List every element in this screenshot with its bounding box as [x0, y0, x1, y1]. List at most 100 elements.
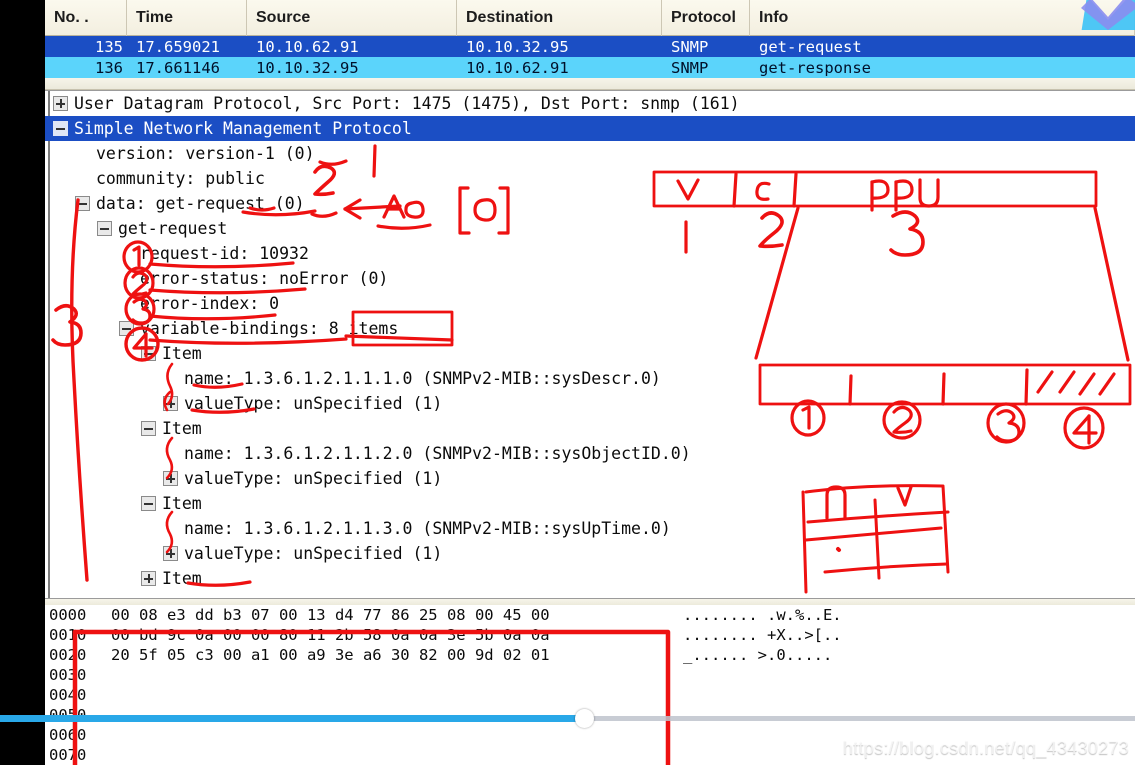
detail-tree-label: Simple Network Management Protocol	[74, 119, 412, 138]
packet-list-bottom-strip	[45, 78, 1135, 90]
detail-tree-row[interactable]: Item	[45, 566, 1135, 591]
hex-offset: 0060	[49, 726, 87, 744]
hex-offset: 0010	[49, 626, 87, 644]
hex-ascii: .+...... ...0....	[683, 706, 842, 724]
hex-dump-row[interactable]: 0030 00 04 06 70 75 62 6c 69 63 a0 82 00 …	[45, 665, 1135, 685]
detail-tree-label: get-request	[118, 219, 228, 238]
hex-offset: 0070	[49, 746, 87, 764]
detail-tree-label: variable-bindings: 8 items	[140, 319, 399, 338]
packet-list-rows[interactable]: 135 17.659021 10.10.62.91 10.10.32.95 SNMP ge…	[45, 36, 1135, 78]
hex-bytes: 00 04 06 70 75 62 6c 69 63 a0 82 00 8e 0…	[111, 666, 550, 684]
detail-tree-label: community: public	[96, 169, 265, 188]
detail-tree-label: User Datagram Protocol, Src Port: 1475 (…	[74, 94, 740, 113]
detail-tree-row[interactable]: valueType: unSpecified (1)	[45, 541, 1135, 566]
hex-dump-row[interactable]: 0010 00 bd 9c 0a 00 00 80 11 2b 58 0a 0a …	[45, 625, 1135, 645]
expand-icon[interactable]	[53, 96, 68, 111]
tree-spacer-icon	[119, 271, 134, 286]
packet-list-row[interactable]: 136 17.661146 10.10.32.95 10.10.62.91 SNMP ge…	[45, 57, 1135, 78]
hex-bytes: 20 5f 05 c3 00 a1 00 a9 3e a6 30 82 00 9…	[111, 646, 550, 664]
packet-list-column-header[interactable]: Destination	[457, 0, 662, 36]
hex-dump-row[interactable]: 0000 00 08 e3 dd b3 07 00 13 d4 77 86 25 …	[45, 605, 1135, 625]
packet-cell-no: 135	[95, 37, 123, 56]
detail-tree-label: error-status: noError (0)	[140, 269, 389, 288]
detail-tree-row[interactable]: variable-bindings: 8 items	[45, 316, 1135, 341]
packet-cell-info: get-response	[759, 58, 871, 77]
expand-icon[interactable]	[163, 396, 178, 411]
packet-cell-destination: 10.10.62.91	[466, 58, 569, 77]
tree-spacer-icon	[119, 296, 134, 311]
detail-tree-rows[interactable]: User Datagram Protocol, Src Port: 1475 (…	[45, 91, 1135, 591]
detail-tree-label: request-id: 10932	[140, 244, 309, 263]
expand-icon[interactable]	[163, 471, 178, 486]
detail-tree-label: Item	[162, 494, 202, 513]
chevron-down-icon	[1081, 0, 1135, 30]
detail-tree-row[interactable]: Simple Network Management Protocol	[45, 116, 1135, 141]
hex-offset: 0020	[49, 646, 87, 664]
detail-tree-row[interactable]: name: 1.3.6.1.2.1.1.3.0 (SNMPv2-MIB::sys…	[45, 516, 1135, 541]
hex-offset: 0030	[49, 666, 87, 684]
packet-cell-protocol: SNMP	[671, 58, 709, 77]
detail-tree-label: data: get-request (0)	[96, 194, 305, 213]
collapse-icon[interactable]	[141, 346, 156, 361]
collapse-icon[interactable]	[141, 421, 156, 436]
hex-offset: 0040	[49, 686, 87, 704]
detail-tree-label: error-index: 0	[140, 294, 280, 313]
detail-tree-row[interactable]: Item	[45, 491, 1135, 516]
packet-list-column-header[interactable]: Protocol	[662, 0, 750, 36]
detail-tree-row[interactable]: valueType: unSpecified (1)	[45, 391, 1135, 416]
packet-list-column-header[interactable]: Info	[750, 0, 1135, 36]
tree-spacer-icon	[119, 246, 134, 261]
collapse-icon[interactable]	[119, 321, 134, 336]
hex-ascii: ...publi c......*	[683, 666, 842, 684]
collapse-icon[interactable]	[141, 496, 156, 511]
expand-icon[interactable]	[163, 546, 178, 561]
packet-cell-time: 17.661146	[136, 58, 220, 77]
hex-bytes: 00 bd 9c 0a 00 00 80 11 2b 58 0a 0a 3e 5…	[111, 626, 550, 644]
detail-tree-row[interactable]: name: 1.3.6.1.2.1.1.1.0 (SNMPv2-MIB::sys…	[45, 366, 1135, 391]
packet-cell-source: 10.10.32.95	[256, 58, 359, 77]
tree-spacer-icon	[75, 171, 90, 186]
packet-cell-protocol: SNMP	[671, 37, 709, 56]
detail-tree-row[interactable]: name: 1.3.6.1.2.1.1.2.0 (SNMPv2-MIB::sys…	[45, 441, 1135, 466]
collapse-icon[interactable]	[53, 121, 68, 136]
expand-icon[interactable]	[141, 571, 156, 586]
packet-list-column-header[interactable]: No. .	[45, 0, 127, 36]
video-progress-knob[interactable]	[575, 709, 594, 728]
wireshark-window: No. . Time Source Destination Protocol Info 1…	[45, 0, 1135, 765]
detail-tree-row[interactable]: valueType: unSpecified (1)	[45, 466, 1135, 491]
hex-bytes: b4 02 01 00 02 01 00 30 82 00 80 30 82 0…	[111, 686, 550, 704]
detail-tree-row[interactable]: community: public	[45, 166, 1135, 191]
hex-ascii: .......0 ...0....	[683, 686, 842, 704]
detail-tree-label: version: version-1 (0)	[96, 144, 315, 163]
hex-dump-row[interactable]: 0040 b4 02 01 00 02 01 00 30 82 00 80 30 …	[45, 685, 1135, 705]
detail-tree-row[interactable]: Item	[45, 416, 1135, 441]
detail-tree-label: name: 1.3.6.1.2.1.1.2.0 (SNMPv2-MIB::sys…	[184, 444, 691, 463]
tree-spacer-icon	[163, 521, 178, 536]
detail-tree-row[interactable]: version: version-1 (0)	[45, 141, 1135, 166]
packet-detail-pane[interactable]: User Datagram Protocol, Src Port: 1475 (…	[45, 90, 1135, 598]
hex-dump-row[interactable]: 0020 20 5f 05 c3 00 a1 00 a9 3e a6 30 82 …	[45, 645, 1135, 665]
packet-list-column-header[interactable]: Time	[127, 0, 247, 36]
packet-cell-time: 17.659021	[136, 37, 220, 56]
detail-tree-label: name: 1.3.6.1.2.1.1.3.0 (SNMPv2-MIB::sys…	[184, 519, 671, 538]
collapse-icon[interactable]	[75, 196, 90, 211]
watermark-text: https://blog.csdn.net/qq_43430273	[842, 738, 1129, 758]
packet-list-column-header[interactable]: Source	[247, 0, 457, 36]
detail-tree-label: valueType: unSpecified (1)	[184, 469, 443, 488]
detail-tree-row[interactable]: Item	[45, 341, 1135, 366]
hex-bytes: 00 08 e3 dd b3 07 00 13 d4 77 86 25 08 0…	[111, 606, 550, 624]
detail-tree-row[interactable]: error-index: 0	[45, 291, 1135, 316]
packet-cell-no: 136	[95, 58, 123, 77]
detail-tree-label: Item	[162, 419, 202, 438]
packet-cell-destination: 10.10.32.95	[466, 37, 569, 56]
detail-tree-row[interactable]: get-request	[45, 216, 1135, 241]
tree-spacer-icon	[163, 446, 178, 461]
collapse-icon[interactable]	[97, 221, 112, 236]
detail-tree-row[interactable]: data: get-request (0)	[45, 191, 1135, 216]
video-progress-fill[interactable]	[0, 715, 584, 722]
detail-tree-row[interactable]: request-id: 10932	[45, 241, 1135, 266]
detail-tree-row[interactable]: error-status: noError (0)	[45, 266, 1135, 291]
detail-tree-label: valueType: unSpecified (1)	[184, 544, 443, 563]
detail-tree-row[interactable]: User Datagram Protocol, Src Port: 1475 (…	[45, 91, 1135, 116]
packet-list-row[interactable]: 135 17.659021 10.10.62.91 10.10.32.95 SNMP ge…	[45, 36, 1135, 57]
